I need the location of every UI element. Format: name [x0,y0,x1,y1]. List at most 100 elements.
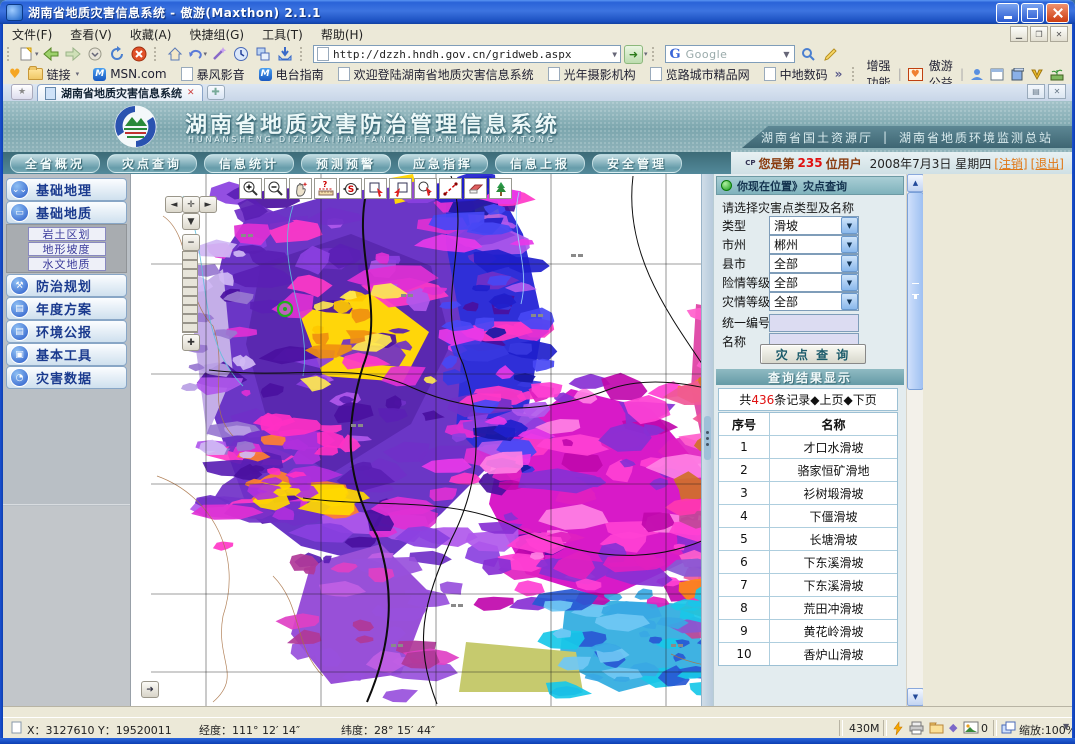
close-button[interactable] [1046,3,1069,23]
table-row[interactable]: 9黄花岭滑坡 [719,619,897,642]
next-page-link[interactable]: ◆下页 [843,391,876,408]
prev-page-link[interactable]: ◆上页 [810,391,843,408]
nav-tab-forecast[interactable]: 预测预警 [301,154,391,173]
disaster-level-select[interactable]: 全部▼ [769,292,859,311]
pan-center-button[interactable]: ✛ [182,196,200,213]
plugin-garden-icon[interactable] [1050,68,1064,81]
pen-tool-icon[interactable] [1030,68,1044,81]
mdi-restore-button[interactable]: ❒ [1030,26,1048,42]
table-row[interactable]: 4下僵滑坡 [719,504,897,527]
link-groups-icon[interactable] [253,45,273,63]
tab-close-icon[interactable]: ✕ [187,88,195,98]
map-scale-icon[interactable]: S [339,178,362,199]
chevron-down-icon[interactable]: ▼ [841,274,858,291]
maximize-button[interactable] [1021,3,1044,23]
chevron-down-icon[interactable]: ▼ [841,255,858,272]
zoom-windows-icon[interactable] [1001,721,1016,737]
type-select[interactable]: 滑坡▼ [769,216,859,235]
boss-key-bolt-icon[interactable] [891,721,904,739]
sidebar-item-base-geology[interactable]: ▭基础地质 [6,201,127,224]
search-go-icon[interactable] [799,45,819,63]
notes-icon[interactable] [1010,68,1024,81]
nav-tab-emergency[interactable]: 应急指挥 [398,154,488,173]
tab-active[interactable]: 湖南省地质灾害信息系统 ✕ [37,84,203,101]
tab-list-button[interactable]: ▤ [1027,84,1045,99]
table-row[interactable]: 3衫树塅滑坡 [719,481,897,504]
zoom-minus-button[interactable]: − [182,234,200,251]
link-msn[interactable]: MMSN.com [93,67,166,81]
filter-wand-icon[interactable] [209,45,229,63]
history-dropdown-icon[interactable] [85,45,105,63]
nav-tab-disaster-query[interactable]: 灾点查询 [107,154,197,173]
links-folder[interactable]: 链接▾ [28,66,80,83]
uid-input[interactable] [769,314,859,332]
layer-tree-icon[interactable] [489,178,512,199]
sidebar-sub-hydrogeology[interactable]: 水文地质 [28,257,106,271]
search-dropdown-icon[interactable]: ▼ [783,50,789,59]
pan-right-button[interactable]: ► [199,196,217,213]
menu-help[interactable]: 帮助(H) [312,24,372,45]
query-button[interactable]: 灾 点 查 询 [760,344,866,364]
menu-file[interactable]: 文件(F) [3,24,61,45]
back-icon[interactable] [41,45,61,63]
link-photo[interactable]: 光年摄影机构 [548,66,636,83]
mdi-close-button[interactable]: ✕ [1050,26,1068,42]
messenger-icon[interactable] [970,68,984,81]
image-filter-icon[interactable] [963,721,979,737]
zoom-out-icon[interactable] [264,178,287,199]
menu-groups[interactable]: 快捷组(G) [180,24,253,45]
sidebar-item-basic-tools[interactable]: ▣基本工具 [6,343,127,366]
link-land-resources-dept[interactable]: 湖南省国土资源厅 [761,129,873,146]
select-rect-icon[interactable] [364,178,387,199]
sidebar-sub-rock-zoning[interactable]: 岩土区划 [28,227,106,241]
printer-icon[interactable] [909,721,924,738]
select-polygon-icon[interactable] [389,178,412,199]
draw-line-icon[interactable] [439,178,462,199]
table-row[interactable]: 5长塘滑坡 [719,527,897,550]
zoom-in-icon[interactable] [239,178,262,199]
stop-icon[interactable] [129,45,149,63]
scroll-down-icon[interactable]: ▼ [907,688,924,706]
download-icon[interactable] [275,45,295,63]
city-select[interactable]: 郴州▼ [769,235,859,254]
table-row[interactable]: 8荒田冲滑坡 [719,596,897,619]
sidebar-item-prevention-plan[interactable]: ⚒防治规划 [6,274,127,297]
pan-hand-icon[interactable] [289,178,312,199]
new-tab-icon[interactable]: ▾ [18,45,39,63]
table-row[interactable]: 1才口水滑坡 [719,435,897,458]
pan-down-button[interactable]: ▼ [182,213,200,230]
sidebar-sub-terrain-slope[interactable]: 地形坡度 [28,242,106,256]
zoom-plus-button[interactable]: ✚ [182,334,200,351]
link-baofeng[interactable]: 暴风影音 [181,66,245,83]
link-hunan-geo[interactable]: 欢迎登陆湖南省地质灾害信息系统 [338,66,534,83]
chevron-down-icon[interactable]: ▼ [841,293,858,310]
county-select[interactable]: 全部▼ [769,254,859,273]
history-clock-icon[interactable] [231,45,251,63]
link-geo-env-station[interactable]: 湖南省地质环境监测总站 [899,129,1053,146]
go-dropdown-icon[interactable]: ▾ [644,50,648,58]
nav-tab-security[interactable]: 安全管理 [592,154,682,173]
links-overflow-chevron[interactable]: » [835,67,843,81]
sidebar-item-disaster-data[interactable]: ◔灾害数据 [6,366,127,389]
link-zhongdi[interactable]: 中地数码 [764,66,828,83]
sidebar-item-base-geography[interactable]: ⌄⌄基础地理 [6,178,127,201]
nav-tab-overview[interactable]: 全省概况 [10,154,100,173]
sidebar-item-env-bulletin[interactable]: ▤环境公报 [6,320,127,343]
link-city[interactable]: 览路城市精品网 [650,66,750,83]
link-radio[interactable]: M电台指南 [259,66,324,83]
forward-icon[interactable] [63,45,83,63]
gem-icon[interactable]: ◆ [949,721,957,734]
go-button[interactable]: ➜ [624,45,643,64]
table-row[interactable]: 10香炉山滑坡 [719,642,897,665]
zoom-slider[interactable] [182,251,198,333]
minimize-button[interactable] [996,3,1019,23]
splitter-handle-icon[interactable] [704,416,711,460]
address-dropdown-icon[interactable]: ▼ [612,50,617,59]
favorites-heart-icon[interactable]: ♥ [9,67,21,82]
nav-tab-statistics[interactable]: 信息统计 [204,154,294,173]
table-row[interactable]: 2骆家恒矿滑地 [719,458,897,481]
home-icon[interactable] [165,45,185,63]
menu-favorites[interactable]: 收藏(A) [121,24,181,45]
pan-left-button[interactable]: ◄ [165,196,183,213]
quick-access-star-icon[interactable]: ★ [11,84,33,100]
